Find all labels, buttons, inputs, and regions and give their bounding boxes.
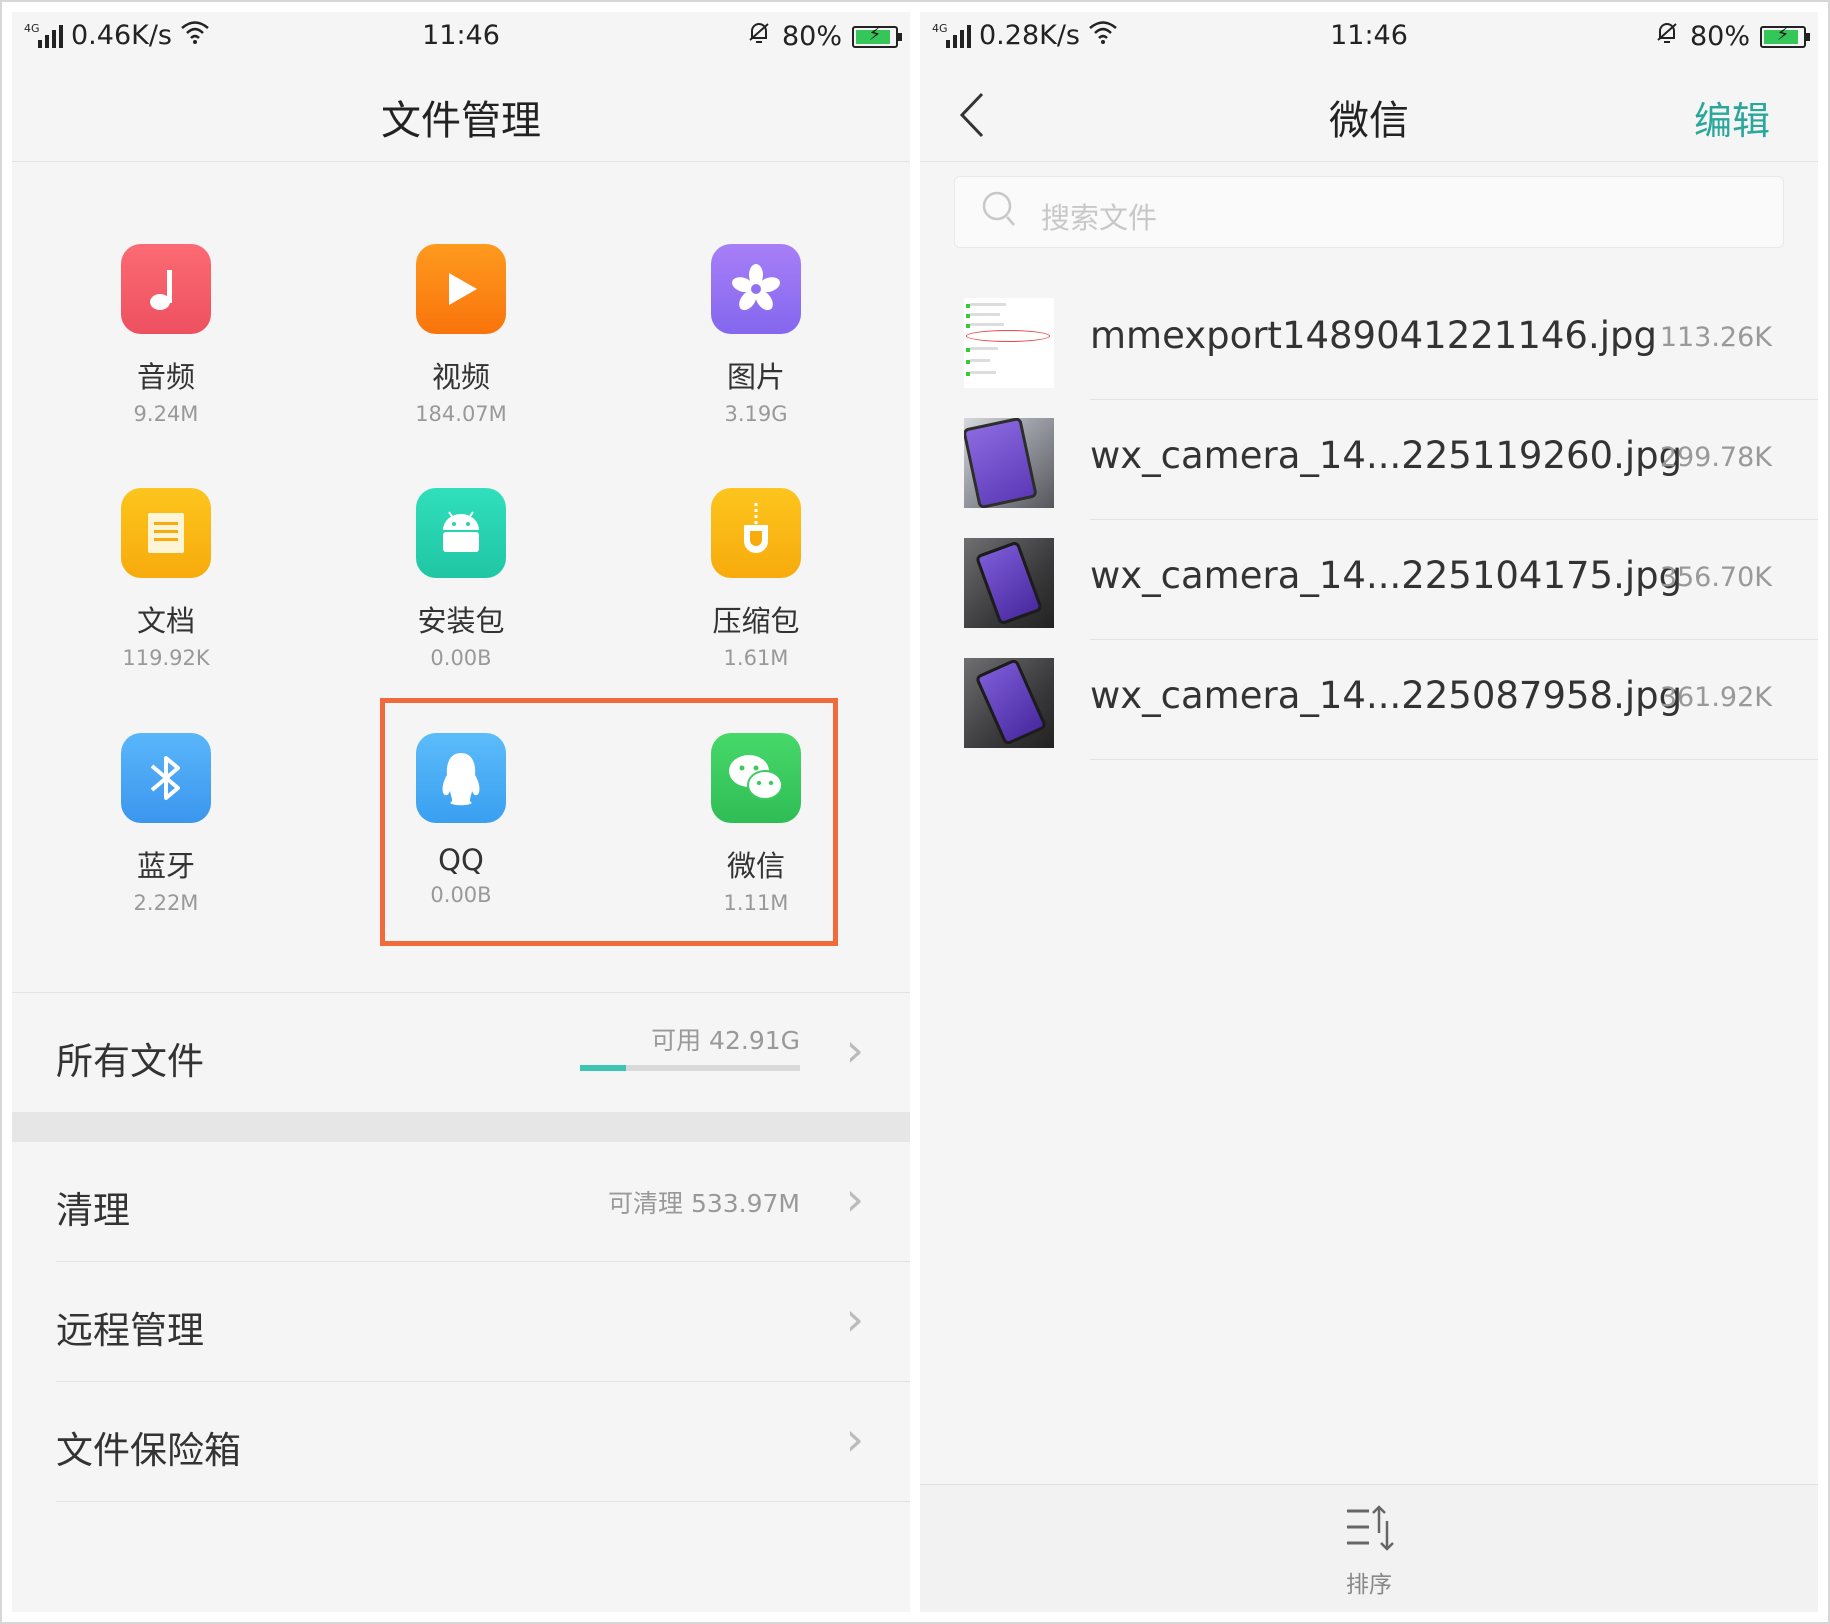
play-icon bbox=[416, 244, 506, 334]
file-row[interactable]: wx_camera_14...225119260.jpg 299.78K bbox=[920, 400, 1818, 520]
section-divider bbox=[12, 1112, 910, 1142]
chevron-right-icon: › bbox=[845, 1172, 864, 1226]
search-input[interactable]: 搜索文件 bbox=[954, 176, 1784, 248]
file-row[interactable]: mmexport1489041221146.jpg 113.26K bbox=[920, 280, 1818, 400]
nav-bar: 微信 编辑 bbox=[920, 60, 1818, 162]
search-icon bbox=[981, 189, 1017, 238]
music-note-icon bbox=[121, 244, 211, 334]
wechat-folder-screen: 4G 0.28K/s 11:46 80% ⚡ 微信 编辑 搜索文件 mmexpo… bbox=[920, 12, 1818, 1612]
file-thumbnail bbox=[964, 538, 1054, 628]
chevron-right-icon: › bbox=[845, 1292, 864, 1346]
file-size: 299.78K bbox=[1659, 442, 1772, 473]
document-icon bbox=[121, 488, 211, 578]
file-name: wx_camera_14...225104175.jpg bbox=[1090, 554, 1683, 597]
menu-item-vault[interactable]: 文件保险箱 › bbox=[12, 1382, 910, 1502]
file-size: 356.70K bbox=[1659, 562, 1772, 593]
battery-percent: 80% bbox=[781, 21, 842, 52]
storage-usage-bar bbox=[580, 1065, 800, 1071]
file-thumbnail bbox=[964, 298, 1054, 388]
file-name: mmexport1489041221146.jpg bbox=[1090, 314, 1657, 357]
battery-percent: 80% bbox=[1689, 21, 1750, 52]
bottom-toolbar: 排序 bbox=[920, 1484, 1818, 1612]
file-name: wx_camera_14...225087958.jpg bbox=[1090, 674, 1683, 717]
bluetooth-icon bbox=[121, 733, 211, 823]
mute-bell-icon bbox=[746, 20, 772, 53]
sort-label[interactable]: 排序 bbox=[920, 1565, 1818, 1599]
status-bar: 4G 0.46K/s 11:46 80% ⚡ bbox=[12, 12, 910, 60]
category-apk[interactable]: 安装包 0.00B bbox=[361, 488, 561, 670]
file-manager-screen: 4G 0.46K/s 11:46 80% ⚡ 文件管理 音频 9.24M 视频 … bbox=[12, 12, 910, 1612]
menu-item-remote[interactable]: 远程管理 › bbox=[12, 1262, 910, 1382]
comparison-canvas: 4G 0.46K/s 11:46 80% ⚡ 文件管理 音频 9.24M 视频 … bbox=[0, 0, 1830, 1624]
category-images[interactable]: 图片 3.19G bbox=[656, 244, 856, 426]
battery-icon: ⚡ bbox=[1760, 24, 1810, 48]
nav-bar: 文件管理 bbox=[12, 60, 910, 162]
file-thumbnail bbox=[964, 658, 1054, 748]
file-row[interactable]: wx_camera_14...225087958.jpg 361.92K bbox=[920, 640, 1818, 760]
page-title: 文件管理 bbox=[381, 98, 541, 144]
file-size: 113.26K bbox=[1659, 322, 1772, 353]
category-video[interactable]: 视频 184.07M bbox=[361, 244, 561, 426]
flower-icon bbox=[711, 244, 801, 334]
android-icon bbox=[416, 488, 506, 578]
battery-icon: ⚡ bbox=[852, 24, 902, 48]
zip-icon bbox=[711, 488, 801, 578]
all-files-row[interactable]: 所有文件 可用 42.91G › bbox=[12, 992, 910, 1112]
storage-available: 可用 42.91G bbox=[651, 1026, 800, 1055]
file-thumbnail bbox=[964, 418, 1054, 508]
category-audio[interactable]: 音频 9.24M bbox=[66, 244, 266, 426]
page-title: 微信 bbox=[1329, 98, 1409, 144]
search-placeholder: 搜索文件 bbox=[1041, 201, 1158, 235]
status-bar: 4G 0.28K/s 11:46 80% ⚡ bbox=[920, 12, 1818, 60]
chevron-right-icon: › bbox=[845, 1412, 864, 1466]
file-row[interactable]: wx_camera_14...225104175.jpg 356.70K bbox=[920, 520, 1818, 640]
category-documents[interactable]: 文档 119.92K bbox=[66, 488, 266, 670]
menu-item-clean[interactable]: 清理 可清理 533.97M › bbox=[12, 1142, 910, 1262]
mute-bell-icon bbox=[1654, 20, 1680, 53]
highlight-box bbox=[380, 698, 838, 946]
category-bluetooth[interactable]: 蓝牙 2.22M bbox=[66, 733, 266, 915]
chevron-right-icon: › bbox=[845, 1023, 864, 1077]
edit-button[interactable]: 编辑 bbox=[1694, 90, 1770, 145]
file-name: wx_camera_14...225119260.jpg bbox=[1090, 434, 1683, 477]
sort-icon[interactable] bbox=[920, 1503, 1818, 1560]
category-archives[interactable]: 压缩包 1.61M bbox=[656, 488, 856, 670]
file-size: 361.92K bbox=[1659, 682, 1772, 713]
